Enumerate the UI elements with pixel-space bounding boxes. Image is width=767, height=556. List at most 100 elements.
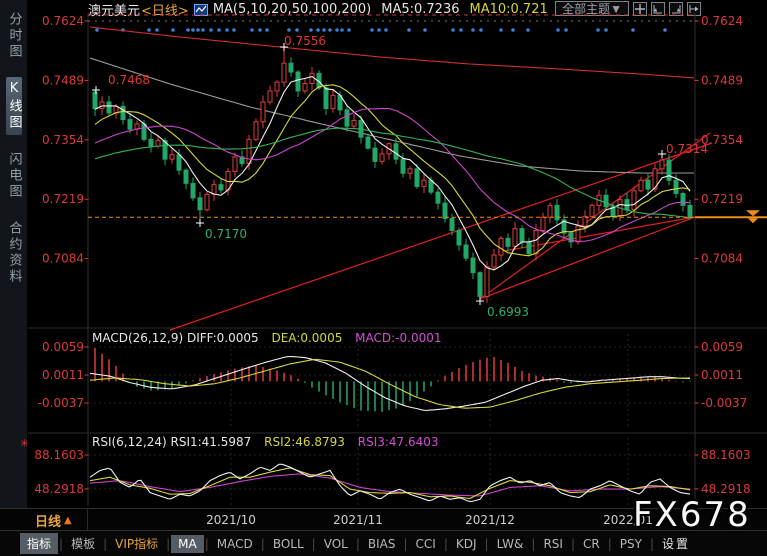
toolbar-item-psy[interactable]: PSY (613, 535, 649, 553)
candle-up (253, 121, 259, 140)
toolbar-item-ma[interactable]: MA (171, 534, 204, 553)
x-axis-label: 2021/12 (465, 513, 515, 527)
toolbar-item-boll[interactable]: BOLL (266, 535, 311, 553)
candle-down (288, 62, 294, 73)
toolbar-item-cci[interactable]: CCI (409, 535, 443, 553)
event-dot (258, 28, 262, 32)
toolbar-item-vol[interactable]: VOL (317, 535, 355, 553)
candle-down (372, 147, 378, 162)
event-dot (232, 28, 236, 32)
axis-label: 0.0011 (701, 368, 743, 382)
event-dot (511, 28, 515, 32)
candle-down (127, 119, 133, 130)
toolbar-item-indicators[interactable]: 指标 (20, 533, 59, 554)
candle-up (631, 190, 637, 211)
toolbar-separator: | (531, 536, 536, 551)
candle-up (575, 225, 581, 243)
event-dot (479, 28, 483, 32)
rsi-panel-header: RSI(6,12,24) RSI1:41.5987 RSI2:46.8793 R… (92, 435, 439, 449)
toolbar-separator: | (484, 536, 489, 551)
axis-label: -0.0037 (701, 396, 747, 410)
period-selector[interactable]: 日线 ▲ (28, 509, 88, 531)
toolbar-separator: | (443, 536, 448, 551)
axis-label: -0.0037 (38, 396, 84, 410)
candle-up (498, 237, 504, 256)
axis-label: 88.1603 (34, 448, 84, 462)
candle-down (442, 202, 448, 220)
toolbar-item-lwr[interactable]: LW& (490, 535, 531, 553)
toolbar-separator: | (355, 536, 360, 551)
event-dot (631, 28, 635, 32)
candle-up (281, 62, 287, 83)
toolbar-item-kdj[interactable]: KDJ (449, 535, 484, 553)
toolbar-item-bias[interactable]: BIAS (361, 535, 403, 553)
event-dot (556, 28, 560, 32)
candle-up (309, 72, 315, 84)
x-axis-label: 2021/10 (206, 513, 256, 527)
candle-down (526, 241, 532, 255)
price-annotation: 0.7170 (205, 227, 247, 241)
macd-title: MACD(26,12,9) DIFF:0.0005 (92, 331, 259, 345)
candle-down (295, 71, 301, 92)
candle-down (505, 237, 511, 247)
candle-up (169, 154, 175, 160)
event-dot (459, 28, 463, 32)
candle-down (477, 272, 483, 297)
rsi3-value: RSI3:47.6403 (357, 435, 439, 449)
fx678-watermark: FX678 (633, 495, 751, 535)
candle-up (589, 204, 595, 217)
axis-label: 0.7219 (42, 192, 84, 206)
price-marker-icon (746, 210, 760, 217)
candle-up (267, 90, 273, 103)
candle-down (400, 158, 406, 174)
candle-up (421, 179, 427, 187)
toolbar-item-vip-indicators[interactable]: VIP指标 (108, 533, 165, 554)
x-axis-label: 2021/11 (333, 513, 383, 527)
candle-up (302, 82, 308, 92)
axis-label: 0.7084 (701, 252, 743, 266)
event-dot (201, 28, 205, 32)
period-up-arrow-icon: ▲ (64, 514, 72, 526)
candle-down (183, 169, 189, 184)
price-marker-icon (748, 218, 758, 224)
event-dot (316, 28, 320, 32)
candle-down (435, 191, 441, 204)
candle-up (491, 254, 497, 268)
toolbar-item-cr[interactable]: CR (576, 535, 607, 553)
trendline (479, 216, 696, 300)
candle-up (274, 81, 280, 92)
candle-down (148, 138, 154, 147)
chart-canvas[interactable]: 0.74680.75560.71700.69930.7314✳0.7624 0.7… (0, 0, 767, 556)
macd-layer (89, 348, 691, 412)
rsi-layer (89, 463, 691, 503)
toolbar-separator: | (103, 536, 108, 551)
axis-label: 48.2918 (34, 482, 84, 496)
event-dot (423, 28, 427, 32)
event-dot (526, 28, 530, 32)
candle-up (484, 266, 490, 297)
candle-down (603, 194, 609, 208)
rsi2-value: RSI2:46.8793 (264, 435, 345, 449)
candle-down (519, 228, 525, 243)
candle-down (365, 136, 371, 149)
toolbar-separator: | (204, 536, 209, 551)
candle-down (344, 109, 350, 127)
toolbar-item-rsi[interactable]: RSI (536, 535, 570, 553)
axis-label: 0.0011 (42, 368, 84, 382)
toolbar-separator: | (649, 536, 654, 551)
event-dot (604, 28, 608, 32)
axis-label: 88.1603 (701, 448, 751, 462)
axis-label: 0.0059 (42, 340, 84, 354)
candles-layer (92, 50, 693, 303)
axis-label: 0.7624 (701, 14, 743, 28)
candle-down (393, 143, 399, 160)
candle-up (330, 94, 336, 110)
candle-up (246, 138, 252, 165)
toolbar-item-templates[interactable]: 模板 (64, 533, 102, 554)
candle-up (204, 193, 210, 211)
axis-label: 0.0059 (701, 340, 743, 354)
event-dot (265, 28, 269, 32)
toolbar-separator: | (311, 536, 316, 551)
toolbar-item-settings[interactable]: 设置 (655, 533, 697, 554)
toolbar-item-macd[interactable]: MACD (210, 535, 260, 553)
